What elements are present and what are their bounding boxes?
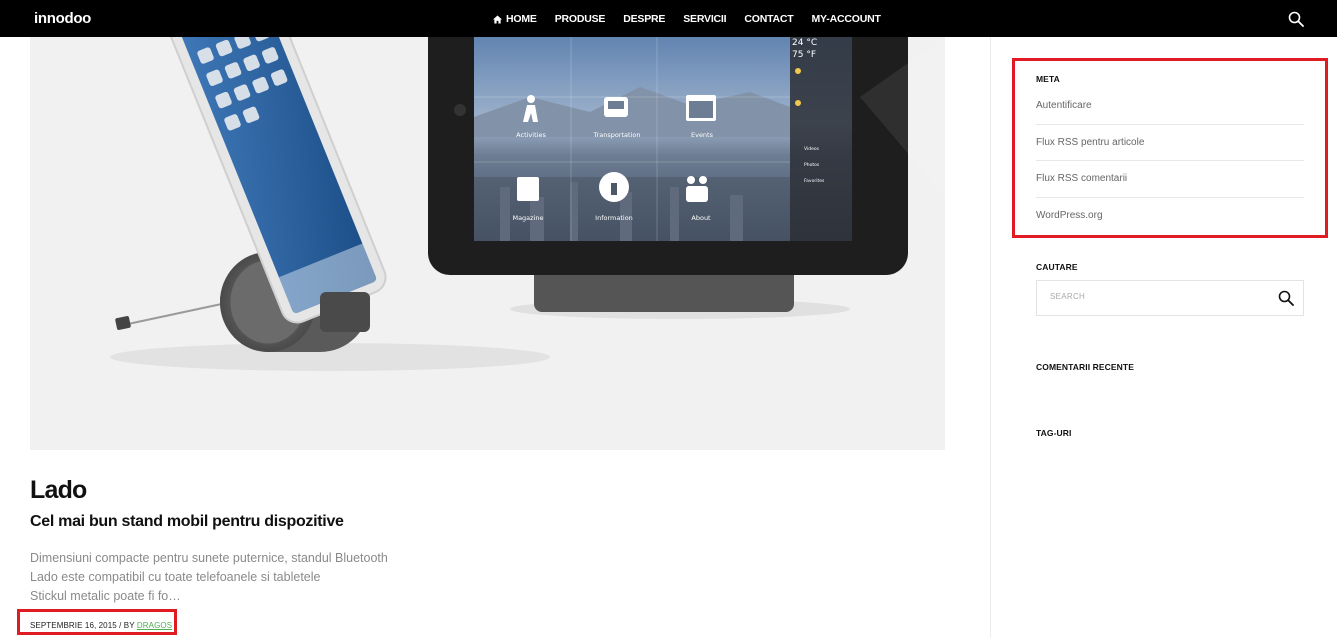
recent-comments-widget-title: COMENTARII RECENTE	[1036, 362, 1134, 372]
excerpt-line: Lado este compatibil cu toate telefoanel…	[30, 570, 321, 584]
side-menu-item: Videos	[804, 146, 820, 152]
search-widget-title: CAUTARE	[1036, 262, 1078, 272]
excerpt-line: Stickul metalic poate fi fo…	[30, 589, 181, 603]
tile-label: Transportation	[593, 131, 641, 139]
excerpt-line: Dimensiuni compacte pentru sunete putern…	[30, 551, 388, 565]
nav-produse[interactable]: PRODUSE	[555, 13, 606, 25]
search-icon[interactable]	[1288, 11, 1304, 27]
sidebar-search-input[interactable]	[1050, 292, 1260, 301]
sidebar-divider	[990, 37, 991, 638]
sidebar-search-form	[1036, 280, 1304, 316]
side-menu-item: Favorites	[804, 178, 825, 184]
tile-label: Magazine	[512, 214, 543, 222]
search-submit-icon[interactable]	[1278, 290, 1294, 306]
highlight-box-post-meta	[17, 609, 177, 635]
featured-image[interactable]: Activities Transportation Events Magazin…	[30, 37, 945, 450]
top-navigation-bar: innodoo HOME PRODUSE DESPRE SERVICII CON…	[0, 0, 1337, 37]
tile-label: About	[691, 214, 711, 222]
post-excerpt: Dimensiuni compacte pentru sunete putern…	[30, 549, 390, 606]
post-subtitle: Cel mai bun stand mobil pentru dispoziti…	[30, 513, 344, 530]
tags-widget-title: TAG-URI	[1036, 428, 1072, 438]
nav-servicii[interactable]: SERVICII	[683, 13, 726, 25]
weather-celsius: 24 °C	[792, 38, 817, 48]
product-illustration: Activities Transportation Events Magazin…	[30, 37, 945, 450]
home-icon	[493, 14, 502, 24]
weather-fahrenheit: 75 °F	[792, 50, 816, 60]
site-logo[interactable]: innodoo	[34, 10, 91, 27]
highlight-box-meta-widget	[1012, 58, 1328, 238]
nav-home[interactable]: HOME	[493, 13, 537, 25]
nav-my-account[interactable]: MY-ACCOUNT	[812, 13, 881, 25]
main-menu: HOME PRODUSE DESPRE SERVICII CONTACT MY-…	[493, 13, 881, 25]
side-menu-item: Photos	[804, 162, 820, 168]
nav-contact[interactable]: CONTACT	[744, 13, 793, 25]
post-title[interactable]: Lado	[30, 476, 87, 505]
tile-label: Events	[691, 131, 714, 139]
nav-home-label: HOME	[506, 13, 537, 25]
nav-despre[interactable]: DESPRE	[623, 13, 665, 25]
tile-label: Information	[595, 214, 633, 222]
tile-label: Activities	[516, 131, 546, 139]
